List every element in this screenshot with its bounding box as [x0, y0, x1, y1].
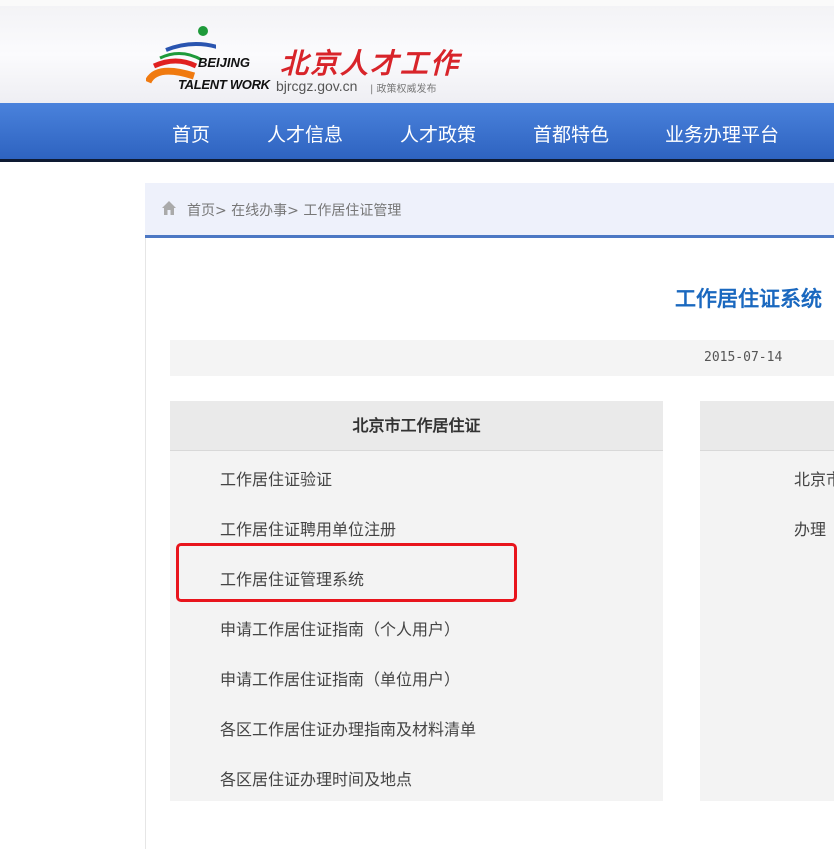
left-panel-heading: 北京市工作居住证	[170, 401, 663, 451]
logo-text-en2: TALENT WORK	[178, 77, 270, 92]
link-verify[interactable]: 工作居住证验证	[220, 466, 332, 490]
logo-text-en: BEIJING	[198, 55, 251, 70]
nav-talent-policy[interactable]: 人才政策	[400, 120, 476, 147]
nav-business-platform[interactable]: 业务办理平台	[665, 120, 779, 147]
date-bar: 2015-07-14	[170, 340, 834, 376]
site-slogan: | 政策权威发布	[370, 84, 437, 95]
site-logo[interactable]: BEIJING TALENT WORK 北京人才工作 bjrcgz.gov.cn…	[146, 24, 466, 96]
highlight-box	[176, 543, 517, 602]
main-nav: 首页 人才信息 人才政策 首都特色 业务办理平台	[0, 103, 834, 162]
link-district-time-place[interactable]: 各区居住证办理时间及地点	[220, 766, 412, 790]
nav-home[interactable]: 首页	[172, 120, 210, 147]
site-url: bjrcgz.gov.cn	[276, 78, 358, 94]
link-guide-personal[interactable]: 申请工作居住证指南（个人用户）	[220, 616, 460, 640]
nav-capital-features[interactable]: 首都特色	[533, 120, 609, 147]
breadcrumb-path[interactable]: 首页> 在线办事> 工作居住证管理	[187, 200, 401, 220]
right-panel: 北京市 办理	[700, 401, 834, 801]
breadcrumb: 首页> 在线办事> 工作居住证管理	[145, 183, 834, 238]
home-icon[interactable]	[161, 200, 177, 216]
right-panel-heading	[700, 401, 834, 451]
right-link-1[interactable]: 北京市	[794, 466, 834, 490]
publish-date: 2015-07-14	[704, 350, 783, 365]
link-guide-employer[interactable]: 申请工作居住证指南（单位用户）	[220, 666, 460, 690]
link-district-guide[interactable]: 各区工作居住证办理指南及材料清单	[220, 716, 476, 740]
right-link-2[interactable]: 办理	[794, 516, 826, 540]
site-header: BEIJING TALENT WORK 北京人才工作 bjrcgz.gov.cn…	[0, 0, 834, 103]
page-title: 工作居住证系统	[675, 287, 822, 311]
nav-talent-info[interactable]: 人才信息	[267, 120, 343, 147]
logo-text-cn: 北京人才工作	[280, 47, 461, 80]
link-employer-register[interactable]: 工作居住证聘用单位注册	[220, 516, 396, 540]
